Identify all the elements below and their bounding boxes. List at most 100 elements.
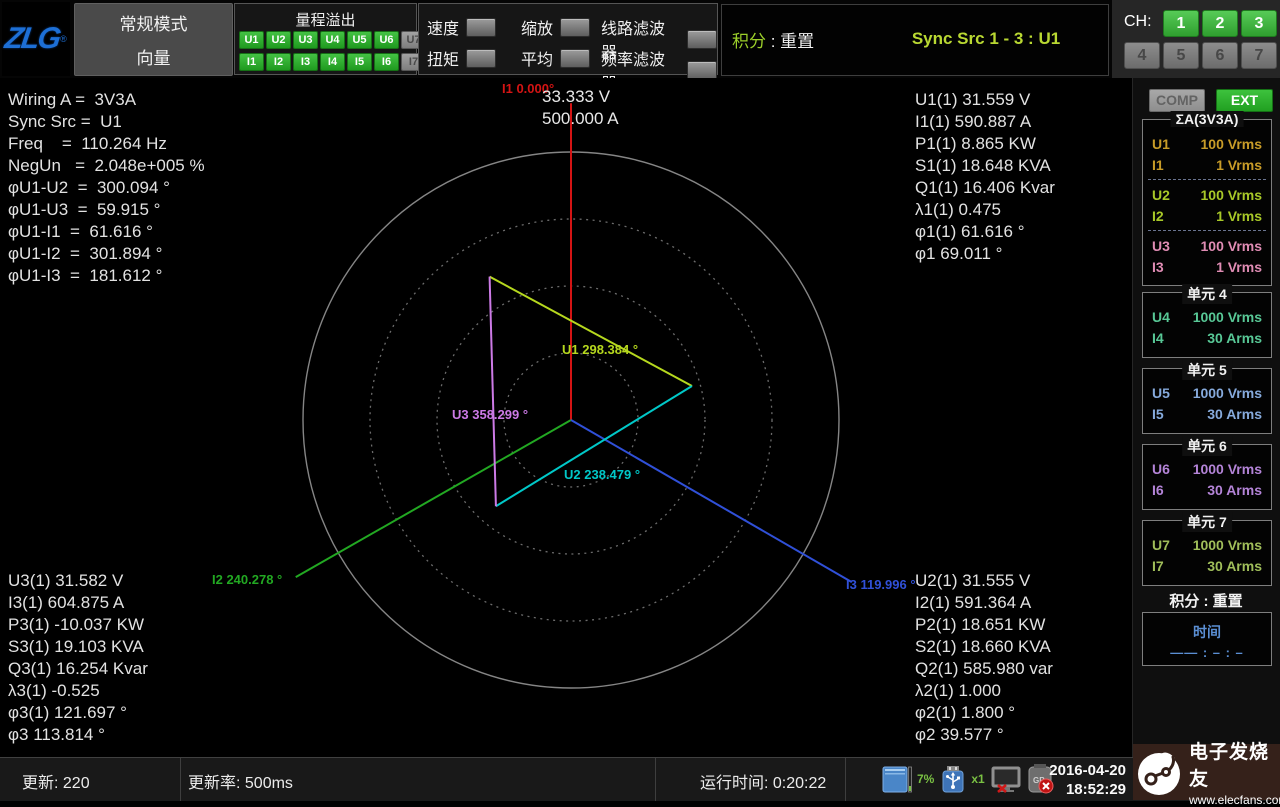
phasor-label-i2: I2 240.278 ° <box>212 572 282 587</box>
phasor-label-u2: U2 238.479 ° <box>564 467 640 482</box>
integration-status[interactable]: 积分 : 重置 <box>732 5 814 73</box>
sigma-range-panel: ΣA(3V3A) U1100 VrmsI11 VrmsU2100 VrmsI21… <box>1142 119 1272 286</box>
unit-panel-title: 单元 6 <box>1182 436 1232 456</box>
range-chip-i2: I2 <box>266 53 291 71</box>
integration-value: : 重置 <box>766 27 814 52</box>
element2-line-1: I2(1) 591.364 A <box>915 592 1053 614</box>
wiring-info-line-4: φU1-U2 = 300.094 ° <box>8 177 205 199</box>
channel-button-1[interactable]: 1 <box>1163 10 1199 37</box>
range-chip-u3: U3 <box>293 31 318 49</box>
unit-panel-5: 单元 5U51000 VrmsI530 Arms <box>1142 368 1272 434</box>
channel-button-3[interactable]: 3 <box>1241 10 1277 37</box>
range-chip-i6: I6 <box>374 53 399 71</box>
toggle-panel: 速度 扭矩 缩放 平均 线路滤波器 频率滤波器 <box>418 3 718 75</box>
wiring-info-line-1: Sync Src = U1 <box>8 111 205 133</box>
toggle-zoom-label: 缩放 <box>521 15 553 39</box>
current-scale-label: 500.000 A <box>542 109 619 129</box>
element3-line-2: P3(1) -10.037 KW <box>8 614 148 636</box>
divider <box>655 758 656 801</box>
update-rate: 更新率: 500ms <box>188 769 293 793</box>
mode-line1: 常规模式 <box>120 10 188 35</box>
range-chip-i4: I4 <box>320 53 345 71</box>
elecfans-logo-icon <box>1135 746 1185 798</box>
current-range-chips: I1I2I3I4I5I6I7 <box>239 53 426 71</box>
element3-line-3: S3(1) 19.103 KVA <box>8 636 148 658</box>
sidebar: COMP EXT ΣA(3V3A) U1100 VrmsI11 VrmsU210… <box>1132 78 1280 757</box>
element1-line-2: P1(1) 8.865 KW <box>915 133 1055 155</box>
display-disconnected-icon <box>990 764 1022 794</box>
element3-line-0: U3(1) 31.582 V <box>8 570 148 592</box>
runtime: 运行时间: 0:20:22 <box>700 769 826 793</box>
time-title: 时间 <box>1143 622 1271 642</box>
integration-side-label: 积分 : 重置 <box>1142 590 1270 611</box>
element1-line-5: λ1(1) 0.475 <box>915 199 1055 221</box>
unit-row-U5: U51000 Vrms <box>1143 382 1271 403</box>
channel-button-6[interactable]: 6 <box>1202 42 1238 69</box>
zoom-indicator[interactable] <box>560 18 590 37</box>
unit-row-U7: U71000 Vrms <box>1143 534 1271 555</box>
element1-line-7: φ1 69.011 ° <box>915 243 1055 265</box>
torque-indicator[interactable] <box>466 49 496 68</box>
unit-panel-4: 单元 4U41000 VrmsI430 Arms <box>1142 292 1272 358</box>
element3-line-7: φ3 113.814 ° <box>8 724 148 746</box>
element1-line-6: φ1(1) 61.616 ° <box>915 221 1055 243</box>
comp-button[interactable]: COMP <box>1149 89 1205 112</box>
toggle-torque[interactable]: 扭矩 <box>427 46 496 70</box>
channel-button-2[interactable]: 2 <box>1202 10 1238 37</box>
wiring-info-line-6: φU1-I1 = 61.616 ° <box>8 221 205 243</box>
unit-panel-title: 单元 5 <box>1182 360 1232 380</box>
range-chip-i5: I5 <box>347 53 372 71</box>
mode-line2: 向量 <box>137 44 171 69</box>
zlg-logo-text: ZLG <box>3 22 62 56</box>
range-chip-u5: U5 <box>347 31 372 49</box>
element3-line-6: φ3(1) 121.697 ° <box>8 702 148 724</box>
element3-line-5: λ3(1) -0.525 <box>8 680 148 702</box>
sigma-row-I3: I31 Vrms <box>1143 256 1271 277</box>
registered-mark: ® <box>60 34 67 44</box>
ext-button[interactable]: EXT <box>1216 89 1273 112</box>
element2-line-7: φ2 39.577 ° <box>915 724 1053 746</box>
sigma-rows: U1100 VrmsI11 VrmsU2100 VrmsI21 VrmsU310… <box>1143 120 1271 277</box>
date-text: 2016-04-20 <box>1042 761 1126 780</box>
element1-line-0: U1(1) 31.559 V <box>915 89 1055 111</box>
battery-percent: 7% <box>917 772 934 786</box>
wiring-info-line-0: Wiring A = 3V3A <box>8 89 205 111</box>
mode-button[interactable]: 常规模式 向量 <box>74 3 233 76</box>
sigma-panel-title: ΣA(3V3A) <box>1171 111 1244 127</box>
range-chip-u1: U1 <box>239 31 264 49</box>
unit-panel-title: 单元 4 <box>1182 284 1232 304</box>
phasor-label-i3: I3 119.996 ° <box>846 577 916 592</box>
wiring-info-line-7: φU1-I2 = 301.894 ° <box>8 243 205 265</box>
speed-indicator[interactable] <box>466 18 496 37</box>
time-text: 18:52:29 <box>1042 780 1126 799</box>
sigma-row-U2: U2100 Vrms <box>1143 184 1271 205</box>
dashed-separator <box>1148 230 1266 231</box>
range-overflow-title: 量程溢出 <box>235 9 416 30</box>
element3-line-1: I3(1) 604.875 A <box>8 592 148 614</box>
range-overflow-panel: 量程溢出 U1U2U3U4U5U6U7 I1I2I3I4I5I6I7 <box>234 3 417 75</box>
channel-button-7[interactable]: 7 <box>1241 42 1277 69</box>
wiring-info-line-8: φU1-I3 = 181.612 ° <box>8 265 205 287</box>
sigma-row-I2: I21 Vrms <box>1143 205 1271 226</box>
range-chip-u6: U6 <box>374 31 399 49</box>
freq-filter-indicator[interactable] <box>687 61 717 80</box>
range-chip-u2: U2 <box>266 31 291 49</box>
phasor-line-i2 <box>296 420 571 577</box>
toggle-zoom[interactable]: 缩放 <box>521 15 590 39</box>
element3-line-4: Q3(1) 16.254 Kvar <box>8 658 148 680</box>
element2-line-4: Q2(1) 585.980 var <box>915 658 1053 680</box>
dashed-separator <box>1148 179 1266 180</box>
unit-row-I6: I630 Arms <box>1143 479 1271 500</box>
average-indicator[interactable] <box>560 49 590 68</box>
toggle-average[interactable]: 平均 <box>521 46 590 70</box>
channel-button-4[interactable]: 4 <box>1124 42 1160 69</box>
unit-row-U6: U61000 Vrms <box>1143 458 1271 479</box>
status-bar: 更新: 220 更新率: 500ms 运行时间: 0:20:22 7% x1 <box>0 757 1280 801</box>
channel-button-5[interactable]: 5 <box>1163 42 1199 69</box>
unit-panel-title: 单元 7 <box>1182 512 1232 532</box>
unit-panel-6: 单元 6U61000 VrmsI630 Arms <box>1142 444 1272 510</box>
element1-line-3: S1(1) 18.648 KVA <box>915 155 1055 177</box>
channel-panel: CH: 1234567 <box>1112 0 1280 78</box>
wiring-info-line-3: NegUn = 2.048e+005 % <box>8 155 205 177</box>
toggle-speed[interactable]: 速度 <box>427 15 496 39</box>
